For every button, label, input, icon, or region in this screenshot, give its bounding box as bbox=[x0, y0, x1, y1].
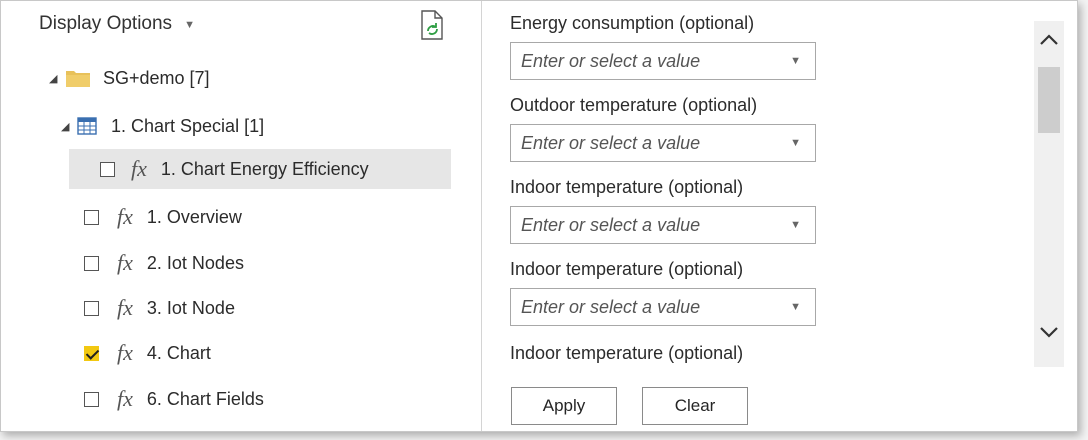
tree-item-label: 4. Chart bbox=[146, 342, 211, 363]
display-options-dropdown[interactable]: Display Options ▼ bbox=[39, 13, 195, 35]
indoor-temperature-combobox[interactable]: Enter or select a value ▼ bbox=[510, 288, 816, 326]
refresh-document-icon[interactable] bbox=[419, 9, 445, 41]
tree-group-chart-special[interactable]: ◢ 1. Chart Special [1] bbox=[61, 106, 264, 146]
chevron-down-icon: ▼ bbox=[184, 19, 195, 31]
tree-item[interactable]: fx 4. Chart bbox=[84, 333, 211, 373]
collapse-arrow-icon[interactable]: ◢ bbox=[61, 120, 75, 133]
chevron-down-icon[interactable]: ▼ bbox=[790, 55, 801, 67]
scroll-down-icon[interactable] bbox=[1034, 317, 1064, 347]
table-icon bbox=[77, 117, 97, 135]
scroll-up-icon[interactable] bbox=[1034, 25, 1064, 55]
tree-item-label: 6. Chart Fields bbox=[146, 388, 264, 409]
combobox-placeholder: Enter or select a value bbox=[521, 50, 701, 71]
chevron-down-icon[interactable]: ▼ bbox=[790, 301, 801, 313]
scrollbar-thumb[interactable] bbox=[1038, 67, 1060, 133]
function-icon: fx bbox=[117, 386, 133, 411]
param-label: Indoor temperature (optional) bbox=[510, 177, 744, 197]
collapse-arrow-icon[interactable]: ◢ bbox=[49, 72, 63, 85]
combobox-placeholder: Enter or select a value bbox=[521, 214, 701, 235]
function-icon: fx bbox=[117, 295, 133, 320]
clear-button[interactable]: Clear bbox=[642, 387, 748, 425]
tree-item-label: 2. Iot Nodes bbox=[146, 252, 244, 273]
tree-item-label: 1. Overview bbox=[146, 206, 242, 227]
tree-group-label: 1. Chart Special [1] bbox=[111, 115, 265, 136]
item-checkbox[interactable] bbox=[84, 255, 99, 271]
combobox-placeholder: Enter or select a value bbox=[521, 132, 701, 153]
energy-consumption-combobox[interactable]: Enter or select a value ▼ bbox=[510, 42, 816, 80]
param-label: Outdoor temperature (optional) bbox=[510, 95, 758, 115]
indoor-temperature-combobox[interactable]: Enter or select a value ▼ bbox=[510, 206, 816, 244]
tree-item[interactable]: fx 1. Chart Energy Efficiency bbox=[69, 149, 451, 189]
tree-item[interactable]: fx 2. Iot Nodes bbox=[84, 243, 244, 283]
tree-item[interactable]: fx 6. Chart Fields bbox=[84, 379, 264, 419]
item-checkbox[interactable] bbox=[84, 300, 99, 316]
outdoor-temperature-combobox[interactable]: Enter or select a value ▼ bbox=[510, 124, 816, 162]
tree-item[interactable]: fx 1. Overview bbox=[84, 197, 242, 237]
tree-item[interactable]: fx 3. Iot Node bbox=[84, 288, 235, 328]
display-options-label: Display Options bbox=[39, 13, 173, 34]
item-checkbox[interactable] bbox=[100, 161, 115, 177]
apply-button[interactable]: Apply bbox=[511, 387, 617, 425]
param-label: Indoor temperature (optional) bbox=[510, 343, 744, 363]
combobox-placeholder: Enter or select a value bbox=[521, 296, 701, 317]
function-icon: fx bbox=[131, 156, 147, 181]
param-label: Indoor temperature (optional) bbox=[510, 259, 744, 279]
navigator-pane: Display Options ▼ ◢ SG+demo [7] ◢ 1. Cha… bbox=[1, 1, 481, 431]
function-icon: fx bbox=[117, 340, 133, 365]
function-icon: fx bbox=[117, 204, 133, 229]
parameters-pane: Energy consumption (optional) Enter or s… bbox=[482, 1, 1077, 431]
query-parameters-dialog: Display Options ▼ ◢ SG+demo [7] ◢ 1. Cha… bbox=[0, 0, 1078, 432]
tree-item-label: 1. Chart Energy Efficiency bbox=[160, 158, 369, 179]
chevron-down-icon[interactable]: ▼ bbox=[790, 219, 801, 231]
folder-icon bbox=[66, 71, 90, 87]
tree-item-label: 3. Iot Node bbox=[146, 297, 235, 318]
tree-root-folder[interactable]: ◢ SG+demo [7] bbox=[49, 58, 210, 98]
function-icon: fx bbox=[117, 250, 133, 275]
item-checkbox[interactable] bbox=[84, 391, 99, 407]
item-checkbox[interactable] bbox=[84, 209, 99, 225]
chevron-down-icon[interactable]: ▼ bbox=[790, 137, 801, 149]
item-checkbox-checked[interactable] bbox=[84, 345, 99, 361]
param-label: Energy consumption (optional) bbox=[510, 13, 755, 33]
tree-root-label: SG+demo [7] bbox=[103, 67, 210, 88]
